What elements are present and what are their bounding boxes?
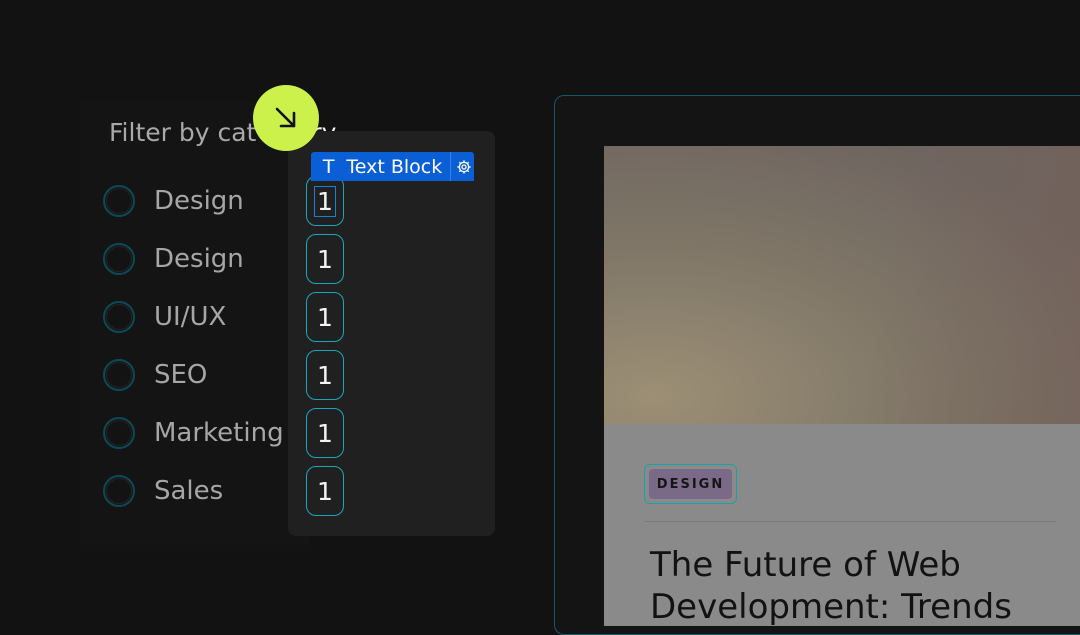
category-label: Marketing: [154, 418, 284, 448]
category-option-seo[interactable]: SEO: [103, 355, 207, 395]
category-label: UI/UX: [154, 302, 227, 332]
gear-icon[interactable]: [453, 159, 474, 175]
category-label: Design: [154, 186, 244, 216]
category-option-design[interactable]: Design: [103, 181, 244, 221]
card-title[interactable]: The Future of Web Development: Trends: [650, 544, 1080, 626]
category-option-sales[interactable]: Sales: [103, 471, 223, 511]
radio-button[interactable]: [103, 243, 135, 275]
category-option-marketing[interactable]: Marketing: [103, 413, 284, 453]
divider: [644, 521, 1056, 522]
radio-button[interactable]: [103, 301, 135, 333]
radio-button[interactable]: [103, 475, 135, 507]
category-label: SEO: [154, 360, 208, 390]
radio-button[interactable]: [103, 359, 135, 391]
toolbar-label: Text Block: [346, 155, 443, 178]
category-count[interactable]: 1: [306, 408, 344, 458]
category-option-design[interactable]: Design: [103, 239, 244, 279]
arrow-down-right-icon: [253, 85, 319, 151]
tag-selection-outline[interactable]: DESIGN: [644, 464, 737, 504]
category-count[interactable]: 1: [306, 350, 344, 400]
card-image: [604, 146, 1080, 424]
category-count[interactable]: 1: [306, 292, 344, 342]
category-count[interactable]: 1: [306, 176, 344, 226]
category-label: Design: [154, 244, 244, 274]
text-type-icon: T: [322, 155, 335, 178]
blog-card[interactable]: DESIGN The Future of Web Development: Tr…: [604, 146, 1080, 626]
category-tag: DESIGN: [649, 469, 732, 499]
category-count[interactable]: 1: [306, 466, 344, 516]
toolbar-divider: [450, 152, 452, 181]
radio-button[interactable]: [103, 185, 135, 217]
text-block-toolbar[interactable]: T Text Block: [311, 152, 474, 181]
category-option-uiux[interactable]: UI/UX: [103, 297, 226, 337]
category-count[interactable]: 1: [306, 234, 344, 284]
radio-button[interactable]: [103, 417, 135, 449]
category-label: Sales: [154, 476, 224, 506]
